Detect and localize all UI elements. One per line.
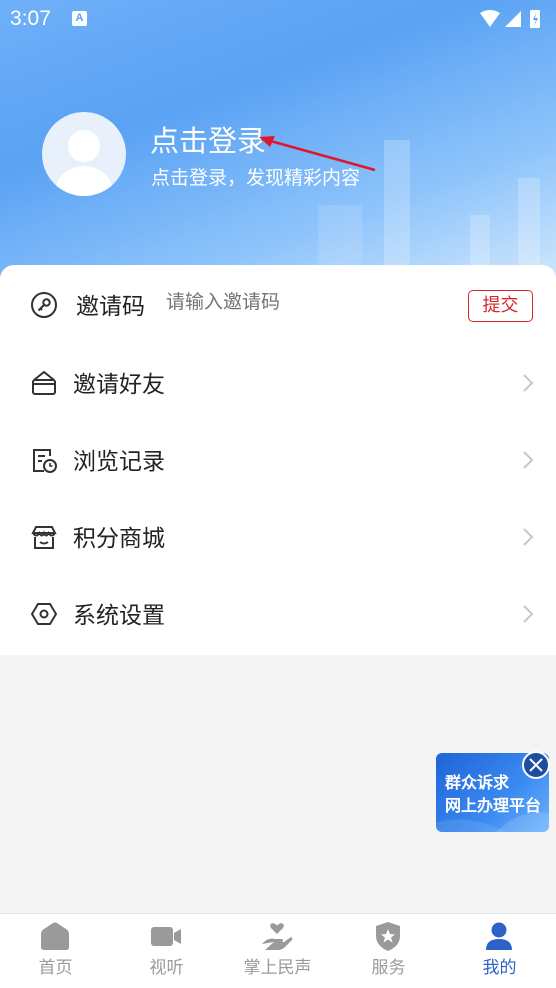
shield-star-icon <box>376 922 400 951</box>
tab-people-voice[interactable]: 掌上民声 <box>222 914 333 988</box>
heart-hand-icon <box>262 923 293 950</box>
menu-item-settings[interactable]: 系统设置 <box>0 576 556 652</box>
chevron-right-icon <box>523 374 534 392</box>
avatar[interactable] <box>42 112 126 196</box>
submit-button[interactable]: 提交 <box>468 290 533 322</box>
profile-header: 3:07 A 点击登录 点击登录，发现精彩内容 <box>0 0 556 290</box>
menu-item-label: 积分商城 <box>73 526 165 552</box>
invite-code-label: 邀请码 <box>76 294 145 320</box>
tab-service[interactable]: 服务 <box>333 914 444 988</box>
tab-home[interactable]: 首页 <box>0 914 111 988</box>
chevron-right-icon <box>523 605 534 623</box>
chevron-right-icon <box>523 528 534 546</box>
menu-item-points-mall[interactable]: 积分商城 <box>0 499 556 575</box>
tab-label: 服务 <box>371 958 406 978</box>
user-placeholder-icon <box>54 130 114 196</box>
menu-item-history[interactable]: 浏览记录 <box>0 422 556 498</box>
notification-icon: A <box>72 11 87 26</box>
banner-line1: 群众诉求 <box>445 773 510 792</box>
envelope-icon <box>32 370 56 395</box>
menu-item-invite-friends[interactable]: 邀请好友 <box>0 345 556 421</box>
tab-label: 我的 <box>482 958 517 978</box>
signal-icon <box>505 11 521 27</box>
wifi-icon <box>480 10 500 27</box>
banner-line2: 网上办理平台 <box>445 796 542 815</box>
settings-hexagon-icon <box>30 603 58 625</box>
home-icon <box>41 922 69 950</box>
tab-mine[interactable]: 我的 <box>444 914 555 988</box>
status-time: 3:07 <box>10 7 51 30</box>
tab-label: 首页 <box>38 958 73 978</box>
annotation-arrow-icon <box>259 136 376 172</box>
banner-close-button[interactable] <box>522 751 550 779</box>
user-icon <box>486 922 512 950</box>
menu-item-label: 邀请好友 <box>73 372 165 398</box>
status-bar: 3:07 A <box>0 0 556 36</box>
menu-card: 邀请码 提交 邀请好友 浏览记录 <box>0 265 556 655</box>
bottom-nav: 首页 视听 掌上民声 服务 我的 <box>0 913 556 988</box>
tab-label: 掌上民声 <box>243 958 312 978</box>
menu-item-label: 浏览记录 <box>73 449 165 475</box>
tab-video[interactable]: 视听 <box>111 914 222 988</box>
menu-item-label: 系统设置 <box>73 603 165 629</box>
status-icons <box>480 10 540 28</box>
close-icon <box>529 758 543 772</box>
video-icon <box>151 927 181 946</box>
history-icon <box>33 449 57 473</box>
invite-code-row: 邀请码 提交 <box>0 267 556 343</box>
login-title[interactable]: 点击登录 <box>150 118 266 160</box>
invite-code-input[interactable] <box>166 291 426 313</box>
store-icon <box>31 526 57 549</box>
chevron-right-icon <box>523 451 534 469</box>
tab-label: 视听 <box>149 958 184 978</box>
key-icon <box>31 292 57 318</box>
